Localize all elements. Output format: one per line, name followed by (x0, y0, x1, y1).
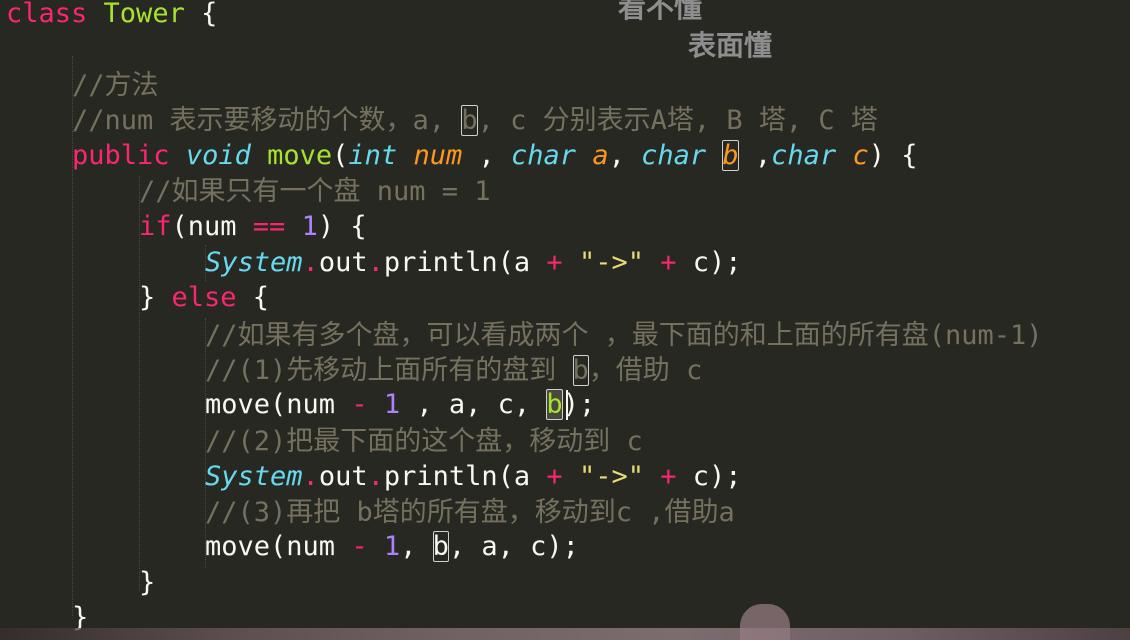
param-num: num (413, 140, 463, 171)
dot: . (302, 461, 319, 492)
comma: , (738, 140, 772, 171)
code-line-comment-step1[interactable]: //(1)先移动上面所有的盘到 b，借助 c (205, 353, 702, 389)
keyword-class: class (6, 0, 88, 29)
operator-plus: + (546, 247, 563, 278)
overlay-caption-2: 表面懂 (688, 29, 773, 62)
comment-text: //num 表示要移动的个数，a, (72, 105, 462, 136)
number-literal: 1 (383, 389, 401, 420)
code-line-1[interactable]: class Tower { (6, 0, 217, 32)
type-int: int (348, 140, 398, 171)
keyword-void: void (185, 140, 251, 171)
code-text: (num (171, 211, 253, 242)
dot: . (302, 247, 319, 278)
class-system: System (205, 247, 303, 278)
brace: { (184, 0, 218, 29)
code-line-move-2[interactable]: move(num - 1, b, a, c); (205, 529, 579, 565)
highlighted-b: b (572, 355, 589, 386)
operator-minus: - (351, 389, 368, 420)
type-char: char (771, 140, 837, 171)
bottom-progress-strip (0, 628, 1130, 640)
type-char: char (641, 140, 707, 171)
string-literal: "->" (578, 247, 644, 278)
type-char: char (511, 140, 577, 171)
keyword-else: else (171, 282, 237, 313)
code-text: , a, c); (448, 531, 579, 562)
highlighted-b: b (461, 105, 478, 136)
comma: , (608, 140, 642, 171)
code-text: move(num (205, 531, 352, 562)
code-line-close-else[interactable]: } (139, 565, 155, 601)
paren-brace: ) { (317, 211, 367, 242)
code-line-comment-many-disks[interactable]: //如果有多个盘，可以看成两个 ，最下面的和上面的所有盘(num-1) (205, 318, 1043, 354)
code-line-comment-one-disk[interactable]: //如果只有一个盘 num = 1 (139, 174, 491, 210)
code-text: c); (676, 461, 742, 492)
text-cursor (566, 390, 568, 420)
comma: , (400, 531, 433, 562)
comma: , (462, 140, 512, 171)
method-println: println(a (383, 247, 547, 278)
code-line-else[interactable]: } else { (139, 280, 269, 316)
dot: . (367, 461, 384, 492)
class-system: System (205, 461, 303, 492)
operator-plus: + (660, 461, 677, 492)
operator-plus: + (546, 461, 563, 492)
method-println: println(a (383, 461, 547, 492)
number-literal: 1 (383, 531, 401, 562)
code-text: , a, c, (400, 389, 547, 420)
operator-plus: + (660, 247, 677, 278)
string-literal: "->" (578, 461, 644, 492)
number-literal: 1 (301, 211, 318, 242)
code-line-move-1[interactable]: move(num - 1 , a, c, b); (205, 387, 595, 423)
code-line-println-2[interactable]: System.out.println(a + "->" + c); (205, 459, 742, 495)
param-a: a (592, 140, 609, 171)
code-line-method-signature[interactable]: public void move(int num , char a, char … (72, 138, 918, 174)
keyword-if: if (139, 211, 172, 242)
code-text: c); (676, 247, 742, 278)
code-line-if[interactable]: if(num == 1) { (139, 209, 367, 245)
code-text: move(num (205, 389, 352, 420)
field-out: out (318, 247, 368, 278)
comment-text: //(1)先移动上面所有的盘到 (205, 355, 573, 386)
brace: { (236, 282, 270, 313)
operator-eq: == (252, 211, 286, 242)
selected-b: b (546, 389, 563, 420)
code-editor[interactable]: class Tower { 看不懂 表面懂 //方法 //num 表示要移动的个… (0, 0, 1130, 640)
comment-text: ，借助 c (588, 355, 703, 386)
param-c: c (852, 140, 869, 171)
code-line-comment-params[interactable]: //num 表示要移动的个数，a, b, c 分别表示A塔, B 塔, C 塔 (72, 103, 878, 139)
overlay-caption-1: 看不懂 (618, 0, 703, 24)
method-name: move (267, 140, 333, 171)
paren-brace: ) { (868, 140, 918, 171)
paren: ( (332, 140, 349, 171)
code-line-comment-method[interactable]: //方法 (72, 68, 159, 104)
comment-text: , c 分别表示A塔, B 塔, C 塔 (477, 105, 878, 136)
keyword-public: public (72, 140, 170, 171)
field-out: out (318, 461, 368, 492)
param-b-highlighted: b (722, 140, 739, 171)
code-line-println-1[interactable]: System.out.println(a + "->" + c); (205, 245, 742, 281)
highlighted-b: b (432, 531, 449, 562)
code-line-comment-step2[interactable]: //(2)把最下面的这个盘，移动到 c (205, 424, 643, 460)
operator-minus: - (351, 531, 368, 562)
brace: } (139, 282, 172, 313)
class-name: Tower (103, 0, 185, 29)
code-line-comment-step3[interactable]: //(3)再把 b塔的所有盘，移动到c ,借助a (205, 495, 735, 531)
dot: . (367, 247, 384, 278)
